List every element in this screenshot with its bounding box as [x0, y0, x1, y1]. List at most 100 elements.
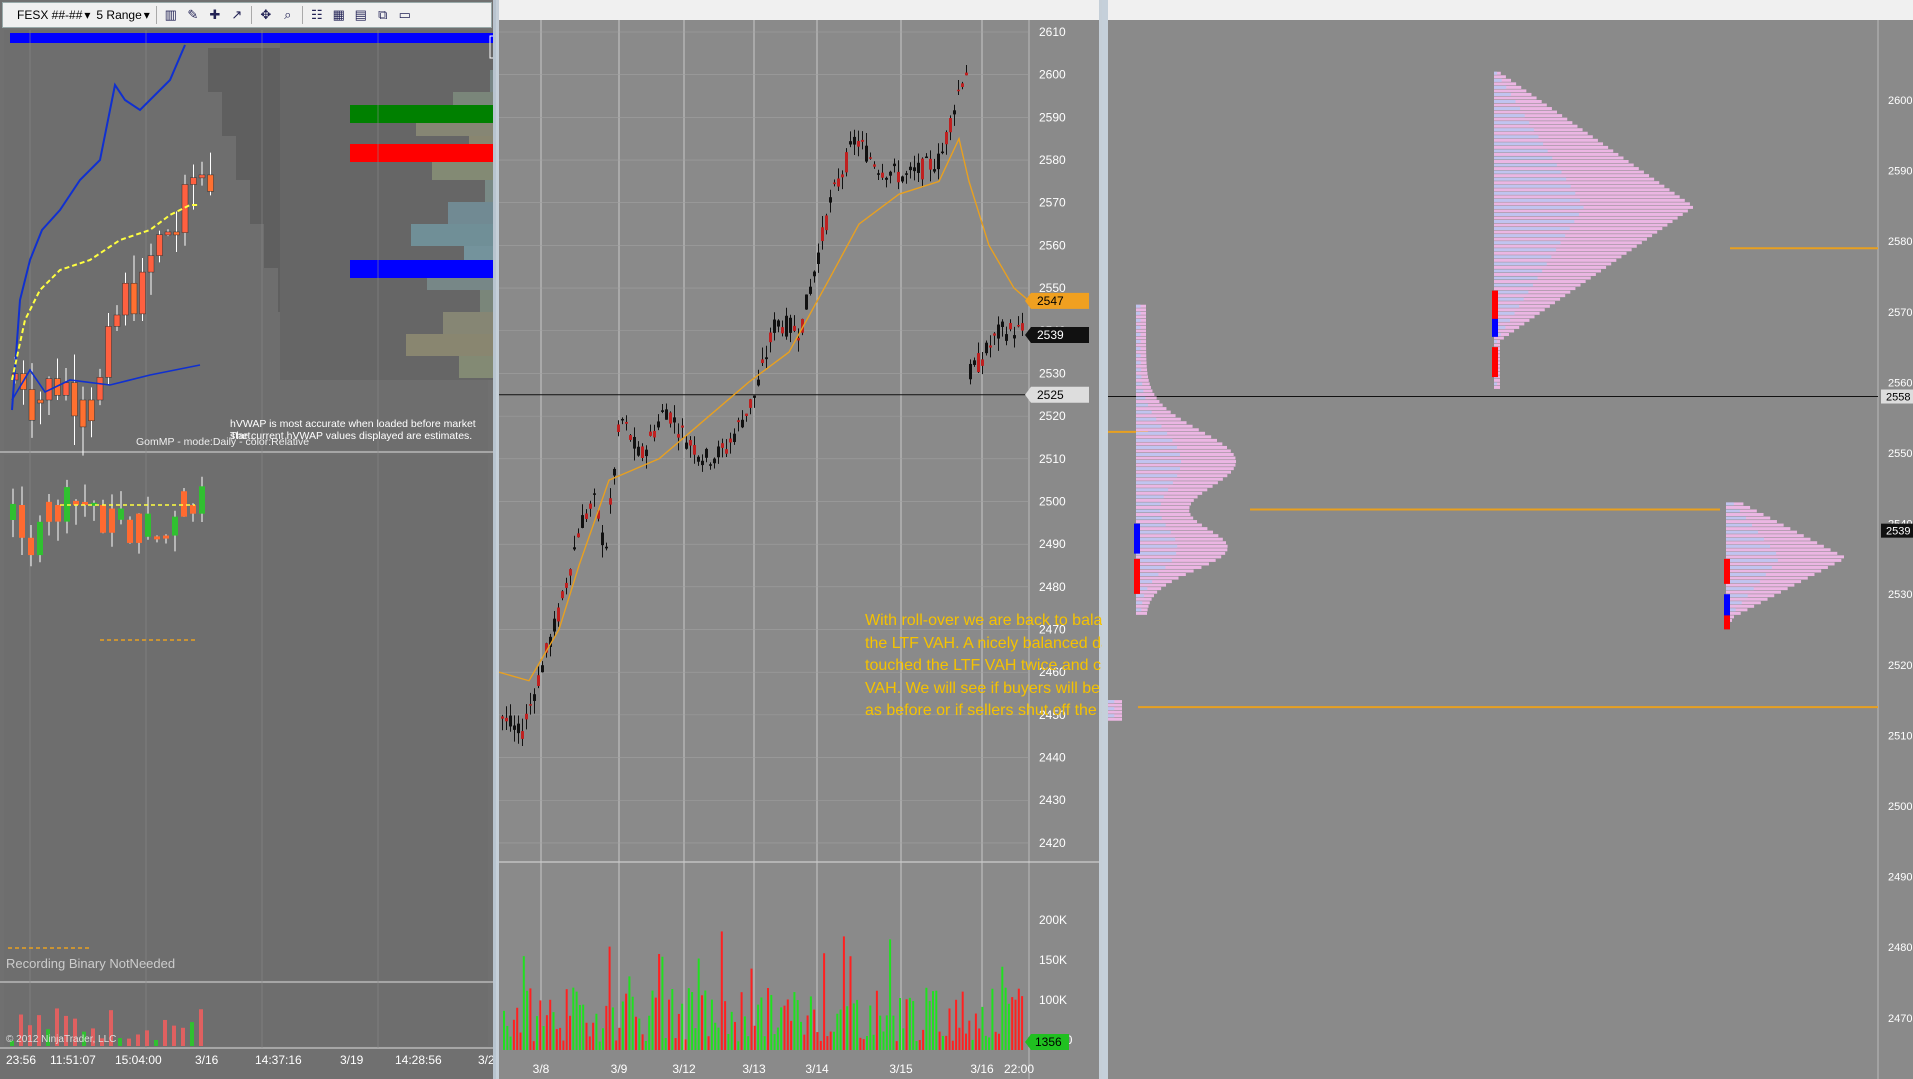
templates-icon[interactable]: ▭ [397, 7, 413, 23]
profile-day3-row [1726, 527, 1791, 531]
candle [605, 546, 608, 549]
profile-day1-letters [1494, 85, 1507, 89]
volume-bar [631, 996, 634, 1050]
market-profile-canvas[interactable]: 2600259025802570256025502540253025202510… [1108, 0, 1913, 1079]
crosshair-icon[interactable]: ✥ [258, 7, 274, 23]
volume-bar [621, 1001, 624, 1050]
profile-day1-letters [1494, 198, 1580, 202]
volume-bar [127, 1038, 131, 1046]
data-box-icon[interactable]: ▦ [331, 7, 347, 23]
interval-selector[interactable]: 5 Range ▾ [96, 8, 149, 22]
date-axis-label: 3/15 [889, 1062, 913, 1076]
profile-day1-row [1494, 287, 1576, 291]
strategy-icon[interactable]: ↗ [229, 7, 245, 23]
recording-note: Recording Binary NotNeeded [6, 956, 176, 971]
middle-chart-window[interactable]: 2610260025902580257025602550254025302520… [496, 0, 1102, 1079]
profile-small-letters [1108, 707, 1115, 711]
candle [625, 421, 628, 424]
export-icon[interactable]: ⧉ [375, 7, 391, 23]
profile-day3-row [1726, 555, 1844, 559]
profile-day2-letters [1136, 551, 1177, 555]
bar-style-icon[interactable]: ▥ [163, 7, 179, 23]
profile-day2-letters [1136, 509, 1160, 513]
properties-icon[interactable]: ☷ [309, 7, 325, 23]
candle [853, 136, 856, 145]
candle [62, 382, 70, 396]
candle [96, 377, 104, 401]
instrument-label: FESX ##-## [17, 8, 83, 22]
candle [917, 162, 920, 173]
volume-bar [833, 1031, 835, 1050]
volume-bar [717, 1027, 720, 1050]
candle [821, 227, 824, 242]
candle [557, 607, 560, 622]
candle [693, 445, 696, 455]
volume-bar [842, 936, 845, 1050]
candle [981, 359, 984, 366]
profile-day1-letters [1494, 92, 1511, 96]
volume-bar [760, 997, 763, 1050]
profile-day2-letters [1136, 558, 1172, 562]
volume-bar [974, 1013, 977, 1050]
volume-bar [1001, 966, 1004, 1050]
candle [581, 515, 584, 528]
profile-day1-letters [1494, 191, 1576, 195]
volume-bar [519, 1032, 522, 1050]
candle [909, 166, 912, 171]
left-chart-canvas[interactable]: 2544254225402538253625342532253025282526… [0, 0, 496, 1079]
profile-day2-row [1136, 576, 1179, 580]
profile-day1-row [1494, 280, 1586, 284]
candle [721, 443, 724, 448]
left-chart-window[interactable]: FESX ##-## ▾ 5 Range ▾ ▥ ✎ ✚ ↗ ✥ ⌕ ☷ ▦ ▤ ⧉… [0, 0, 496, 1079]
profile-day1-letters [1494, 149, 1548, 153]
profile-day2-row [1136, 364, 1147, 368]
profile-day3-letters [1726, 509, 1740, 513]
price-panel[interactable] [4, 30, 488, 450]
candle [773, 319, 776, 333]
level-price-badge-label: 2525 [1037, 388, 1064, 402]
profile-day2-row [1136, 428, 1199, 432]
current-price-label: 2539 [1886, 526, 1910, 538]
instrument-selector[interactable]: FESX ##-## ▾ [17, 8, 90, 22]
candle [164, 231, 172, 236]
volume-bar [720, 931, 723, 1050]
profile-day1-row [1494, 174, 1650, 178]
candle [37, 399, 44, 404]
price-axis-label: 2510 [1888, 730, 1912, 742]
price-axis-label: 2590 [1039, 110, 1066, 124]
volume-bar [763, 1036, 766, 1050]
candle [977, 353, 980, 373]
candle [789, 317, 792, 333]
price-panel[interactable] [499, 20, 1029, 860]
profile-day2-row [1136, 484, 1213, 488]
date-axis-label: 3/14 [805, 1062, 829, 1076]
profile-day1-row [1494, 75, 1506, 79]
volume-bar [899, 998, 901, 1050]
right-profile-window[interactable]: 2600259025802570256025502540253025202510… [1102, 0, 1913, 1079]
candle [885, 177, 888, 180]
delta-panel[interactable] [4, 455, 488, 980]
add-indicator-icon[interactable]: ✚ [207, 7, 223, 23]
volume-bar [922, 1029, 925, 1050]
chart-trader-icon[interactable]: ▤ [353, 7, 369, 23]
price-axis-label: 2520 [1039, 409, 1066, 423]
profile-day1-row [1494, 110, 1558, 114]
time-axis-label: 14:37:16 [255, 1053, 302, 1067]
profile-day2-row [1136, 604, 1149, 608]
window-header [499, 0, 1099, 20]
candle [889, 171, 892, 176]
profile-day2-row [1136, 315, 1147, 319]
delta-candle [163, 535, 169, 539]
profile-day2-row [1136, 498, 1194, 502]
candle [645, 449, 648, 457]
initial-balance-marker [1492, 318, 1498, 337]
middle-chart-canvas[interactable]: 2610260025902580257025602550254025302520… [499, 0, 1102, 1079]
profile-day1-letters [1494, 100, 1516, 103]
volume-bar [852, 1003, 855, 1050]
volume-bar [951, 1040, 954, 1050]
volume-bar [592, 1022, 595, 1050]
zoom-icon[interactable]: ⌕ [280, 7, 296, 23]
profile-day1-letters [1494, 269, 1543, 273]
candle [997, 324, 1000, 339]
pencil-icon[interactable]: ✎ [185, 7, 201, 23]
